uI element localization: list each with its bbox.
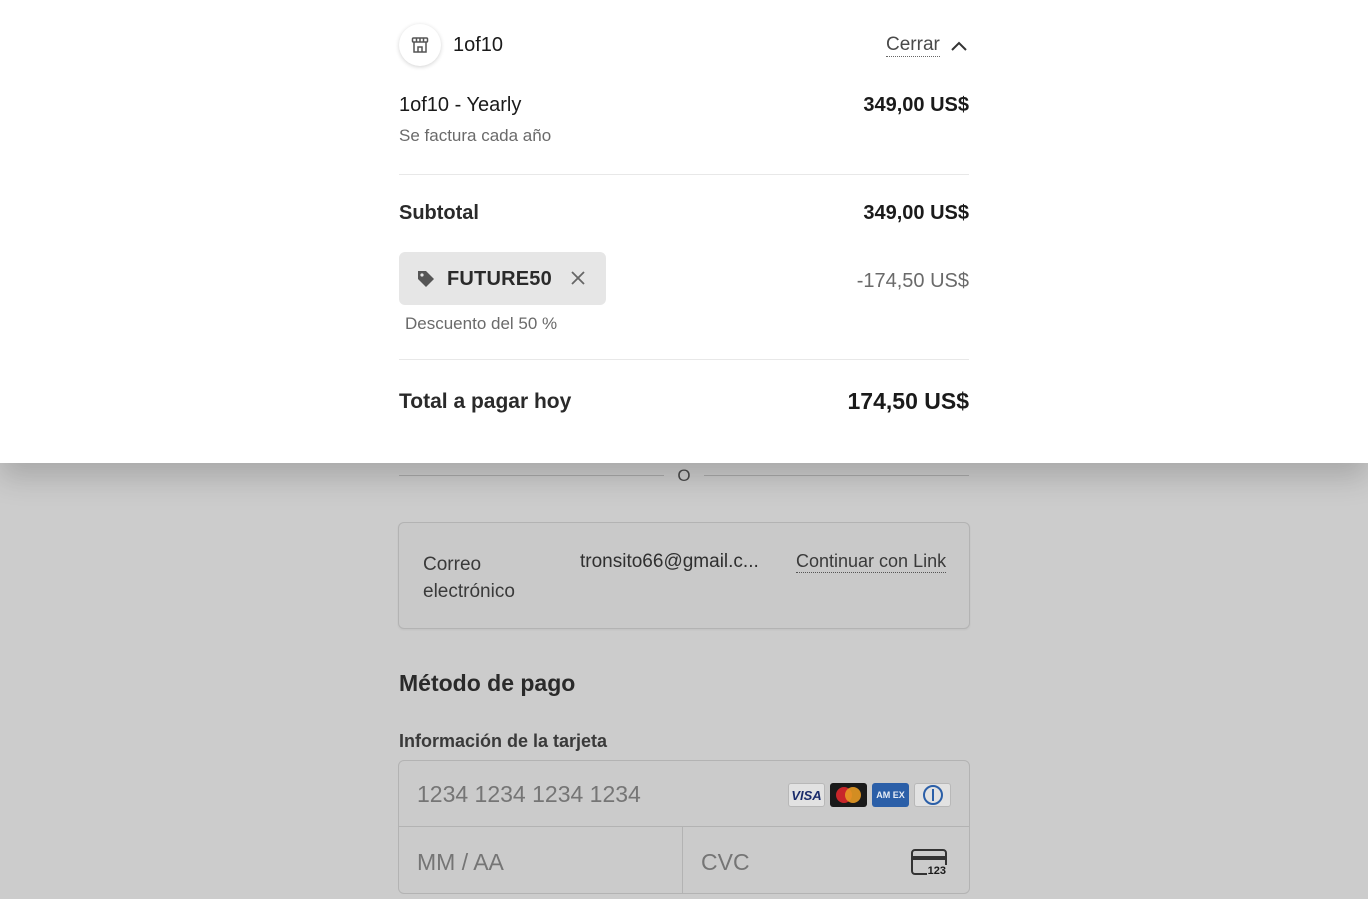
visa-icon: VISA — [788, 783, 825, 807]
card-info-label: Información de la tarjeta — [399, 731, 608, 751]
subtotal-label: Subtotal — [399, 202, 479, 224]
card-number-input[interactable] — [417, 781, 777, 808]
cvc-input[interactable] — [701, 849, 901, 876]
expiry-cell — [399, 827, 683, 893]
diners-club-icon — [914, 783, 951, 807]
cvc-card-icon: 123 — [911, 849, 947, 877]
promo-code: FUTURE50 — [447, 268, 552, 290]
merchant-name: 1of10 — [453, 34, 504, 56]
card-brands: VISA AM EX — [788, 783, 951, 807]
tag-icon — [418, 271, 434, 287]
summary-divider — [399, 174, 969, 175]
mastercard-icon — [830, 783, 867, 807]
expiry-input[interactable] — [417, 849, 617, 876]
chevron-up-icon[interactable] — [950, 39, 968, 53]
card-number-row: VISA AM EX — [399, 761, 969, 827]
item-billing-frequency: Se factura cada año — [399, 126, 552, 145]
email-field-box[interactable]: Correo electrónico tronsito66@gmail.c...… — [398, 522, 970, 629]
remove-promo-icon[interactable] — [569, 269, 587, 287]
close-summary-button[interactable]: Cerrar — [886, 34, 968, 57]
total-divider — [399, 359, 969, 360]
total-label: Total a pagar hoy — [399, 390, 572, 413]
item-name: 1of10 - Yearly — [399, 94, 522, 116]
card-info-box: VISA AM EX 123 — [398, 760, 970, 894]
payment-method-title: Método de pago — [399, 670, 576, 696]
total-amount: 174,50 US$ — [847, 388, 969, 414]
subtotal-row: Subtotal 349,00 US$ — [399, 202, 969, 232]
cvc-icon-text: 123 — [926, 865, 947, 877]
discount-description: Descuento del 50 % — [405, 314, 558, 333]
amex-icon: AM EX — [872, 783, 909, 807]
subtotal-amount: 349,00 US$ — [863, 202, 969, 224]
email-label: Correo electrónico — [423, 554, 515, 602]
divider-line-right — [704, 475, 969, 476]
order-summary-panel: 1of10 Cerrar 1of10 - Yearly Se factura c… — [0, 0, 1368, 463]
or-divider: O — [399, 466, 969, 486]
total-row: Total a pagar hoy 174,50 US$ — [399, 388, 969, 420]
discount-amount: -174,50 US$ — [856, 270, 969, 292]
email-value[interactable]: tronsito66@gmail.c... — [580, 551, 780, 573]
line-item: 1of10 - Yearly Se factura cada año 349,0… — [399, 94, 969, 154]
promo-code-chip: FUTURE50 — [399, 252, 606, 305]
item-price: 349,00 US$ — [863, 94, 969, 116]
store-icon — [399, 24, 441, 66]
close-label[interactable]: Cerrar — [886, 34, 940, 57]
cvc-cell: 123 — [683, 827, 969, 893]
divider-line-left — [399, 475, 664, 476]
continue-with-link-button[interactable]: Continuar con Link — [796, 551, 947, 573]
divider-text: O — [677, 466, 691, 485]
